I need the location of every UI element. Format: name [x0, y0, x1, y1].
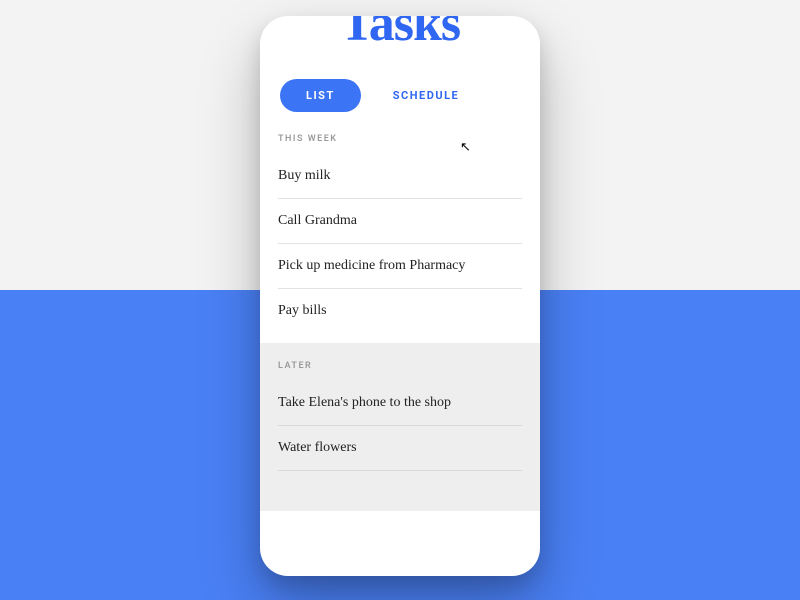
tab-list[interactable]: List [280, 79, 361, 112]
section-header-later: Later [278, 361, 522, 371]
task-item[interactable]: Call Grandma [278, 199, 522, 244]
task-item[interactable]: Take Elena's phone to the shop [278, 381, 522, 426]
section-this-week: This Week Buy milk Call Grandma Pick up … [260, 134, 540, 333]
section-later: Later Take Elena's phone to the shop Wat… [260, 343, 540, 511]
task-item[interactable]: Buy milk [278, 154, 522, 199]
task-item[interactable]: Pick up medicine from Pharmacy [278, 244, 522, 289]
phone-frame: Tasks List Schedule This Week Buy milk C… [260, 16, 540, 576]
app-title: Tasks [260, 16, 540, 53]
task-item[interactable]: Water flowers [278, 426, 522, 471]
view-tabs: List Schedule [280, 79, 540, 112]
task-item[interactable]: Pay bills [278, 289, 522, 333]
tab-schedule[interactable]: Schedule [389, 79, 463, 112]
section-header-this-week: This Week [278, 134, 522, 144]
